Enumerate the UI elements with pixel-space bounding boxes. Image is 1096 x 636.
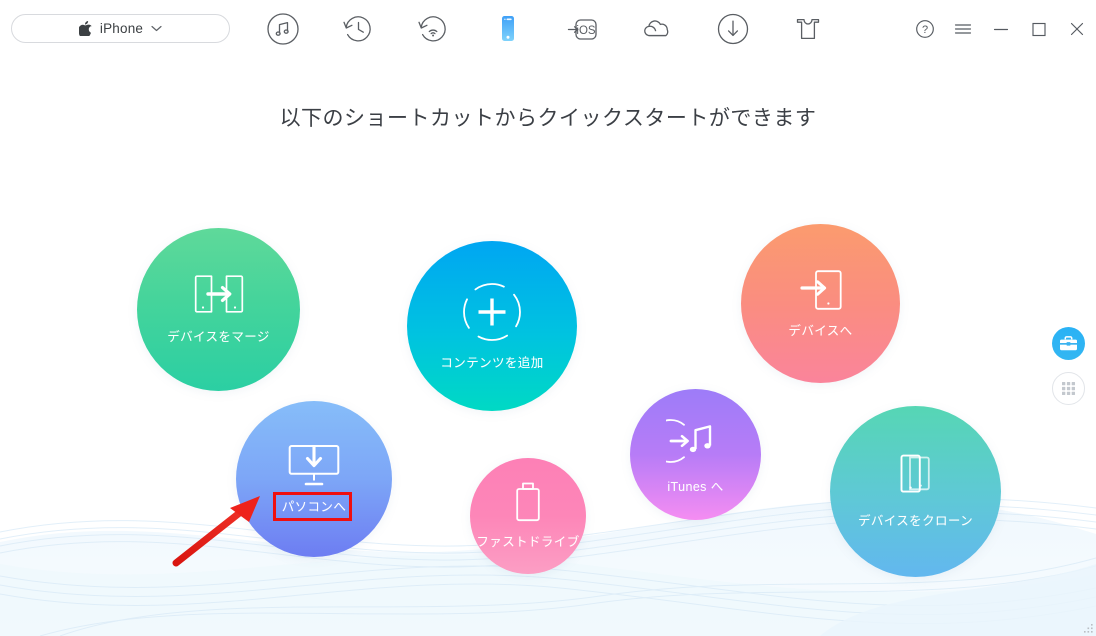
toolbox-button[interactable] (1052, 327, 1085, 360)
shortcut-clone-device[interactable]: デバイスをクローン (830, 406, 1001, 577)
tool-airtrans[interactable] (412, 8, 454, 50)
page-title: 以下のショートカットからクイックスタートができます (279, 107, 817, 130)
ios-text-label: iOS (576, 25, 596, 37)
usb-drive-icon (516, 482, 540, 522)
shortcut-add-content[interactable]: コンテンツを追加 (407, 241, 577, 411)
maximize-button[interactable] (1028, 18, 1050, 40)
phone-device-icon (502, 15, 514, 41)
chevron-down-icon (151, 25, 162, 32)
shortcut-label: デバイスへ (788, 323, 853, 338)
shortcut-label: iTunes へ (667, 479, 724, 494)
two-phones-arrow-icon (194, 275, 243, 313)
apple-logo-icon (78, 21, 92, 36)
shortcut-label: デバイスをマージ (167, 330, 270, 344)
music-note-circle-icon (267, 12, 299, 45)
device-name-label: iPhone (99, 21, 144, 36)
svg-text:?: ? (922, 24, 928, 36)
shortcut-to-itunes[interactable]: iTunes へ (630, 389, 761, 520)
menu-button[interactable] (952, 18, 974, 40)
tool-ios[interactable]: iOS (562, 8, 604, 50)
help-button[interactable]: ? (914, 18, 936, 40)
question-circle-icon: ? (916, 19, 934, 38)
music-note-arrow-circle-icon (665, 418, 711, 463)
shortcut-merge-devices[interactable]: デバイスをマージ (137, 228, 300, 391)
clock-restore-icon (343, 15, 371, 41)
shortcut-label: パソコンへ (281, 500, 347, 514)
tool-cloud[interactable] (637, 8, 679, 50)
shortcut-label: ファストドライブ (476, 535, 580, 549)
minimize-button[interactable] (990, 18, 1012, 40)
tool-music[interactable] (262, 8, 304, 50)
maximize-square-icon (1032, 22, 1046, 36)
device-selector[interactable]: iPhone (11, 14, 230, 43)
grid-apps-icon (1062, 382, 1075, 395)
tool-apps[interactable] (787, 8, 829, 50)
tool-backup[interactable] (337, 8, 379, 50)
shortcut-to-device[interactable]: デバイスへ (741, 224, 900, 383)
window-controls: ? (914, 0, 1088, 57)
close-x-icon (1070, 22, 1084, 35)
to-ios-icon: iOS (567, 18, 597, 40)
shortcut-fast-drive[interactable]: ファストドライブ (470, 458, 586, 574)
tool-download[interactable] (712, 8, 754, 50)
resize-grip[interactable] (1083, 623, 1094, 634)
shortcut-label: デバイスをクローン (857, 514, 974, 528)
cloud-icon (644, 19, 669, 36)
top-toolbar: iPhone iOS ? (0, 0, 1096, 57)
download-circle-icon (717, 13, 749, 44)
tshirt-apps-icon (796, 18, 820, 39)
monitor-download-icon (288, 445, 340, 486)
floating-button-column (1052, 327, 1085, 405)
tool-device[interactable] (487, 8, 529, 50)
wireless-transfer-icon (418, 15, 446, 41)
app-window: iPhone iOS ? 以下のショートカットからクイックスタートができます デ… (0, 0, 1096, 636)
phone-arrow-in-icon (799, 269, 842, 310)
dashed-circle-plus-icon (463, 283, 521, 341)
shortcut-label: コンテンツを追加 (440, 356, 544, 370)
close-button[interactable] (1066, 18, 1088, 40)
toolbar-icon-group: iOS (262, 0, 842, 57)
shortcut-to-pc[interactable]: パソコンへ (236, 401, 392, 557)
toolbox-icon (1059, 336, 1078, 351)
minimize-icon (993, 28, 1009, 30)
two-phones-clone-icon (900, 454, 930, 493)
apps-grid-button[interactable] (1052, 372, 1085, 405)
hamburger-menu-icon (954, 23, 972, 34)
